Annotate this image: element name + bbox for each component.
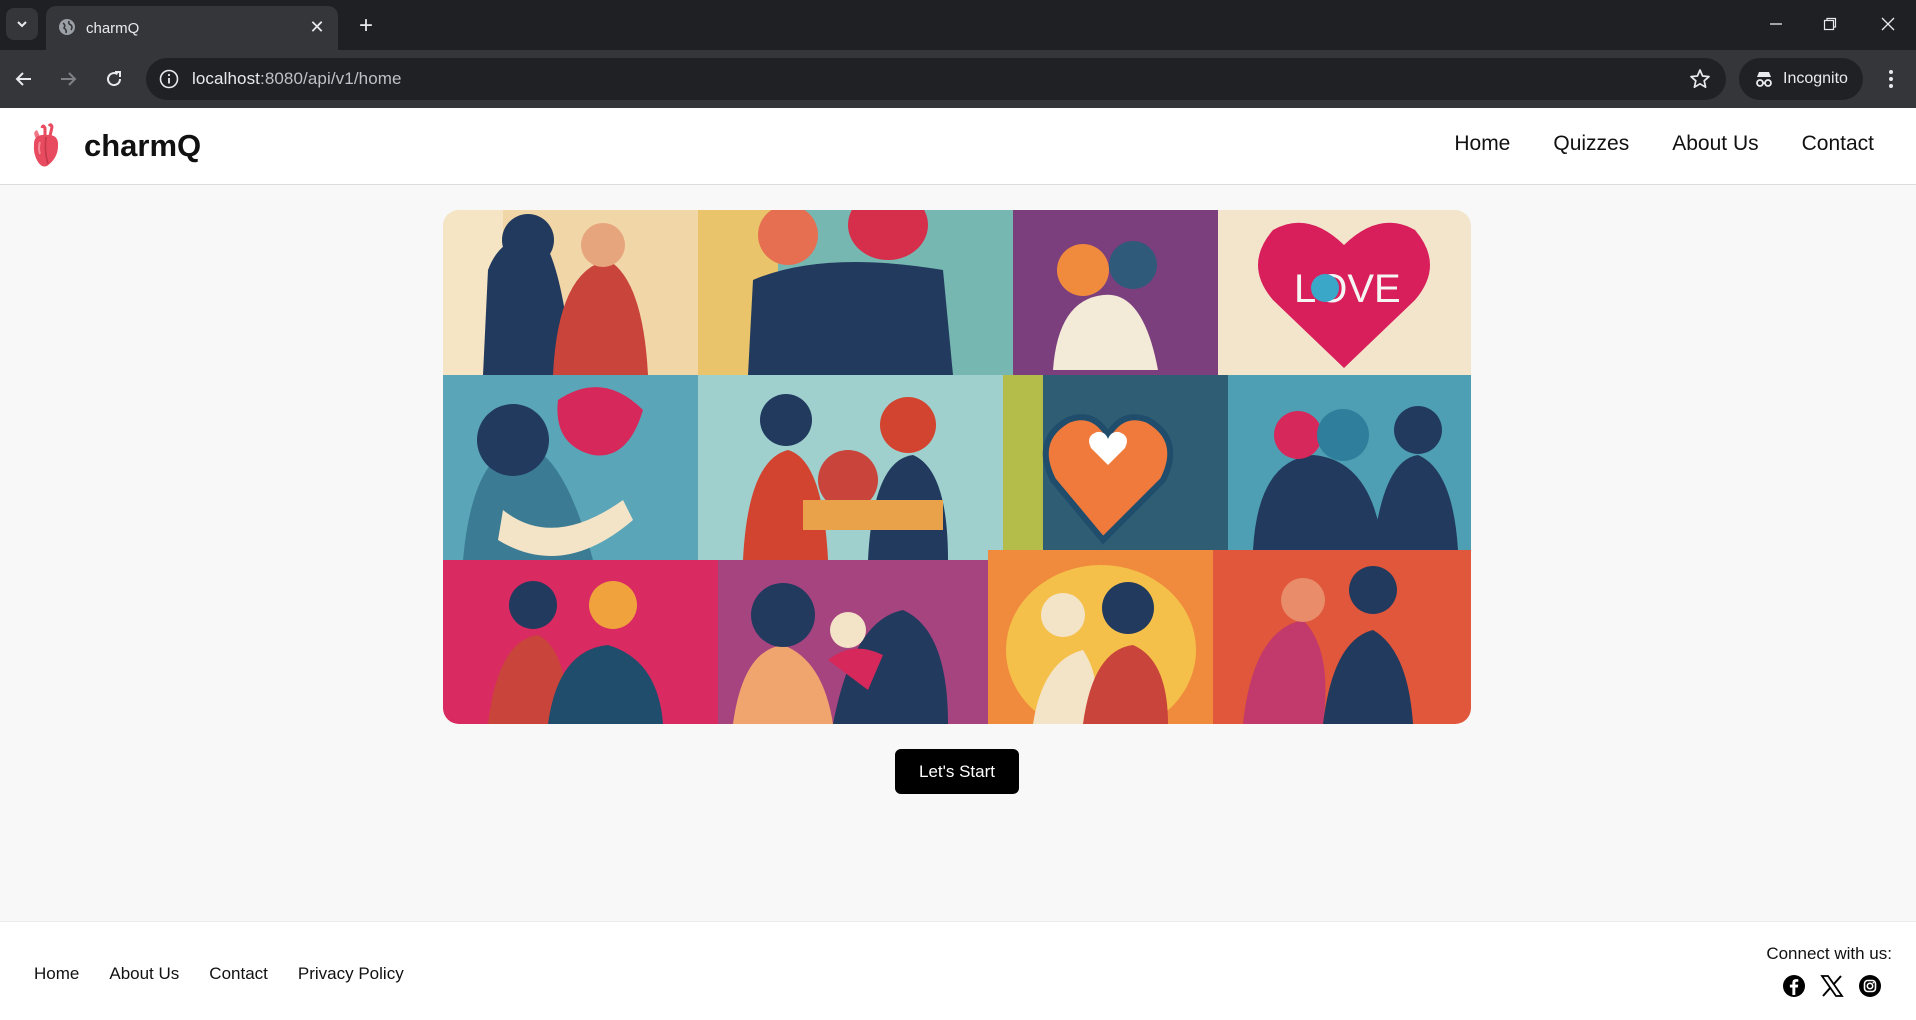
new-tab-button[interactable]: + [352, 12, 380, 40]
url-path: :8080/api/v1/home [260, 69, 402, 88]
love-collage-illustration: LOVE [443, 210, 1471, 724]
social-links [1782, 974, 1882, 998]
restore-icon [1823, 17, 1837, 31]
footer-link-about-us[interactable]: About Us [109, 964, 179, 984]
browser-toolbar: localhost:8080/api/v1/home Incognito [0, 50, 1916, 108]
facebook-icon[interactable] [1782, 974, 1806, 998]
nav-quizzes[interactable]: Quizzes [1553, 132, 1629, 156]
site-info-icon[interactable] [158, 68, 180, 90]
minimize-button[interactable] [1756, 8, 1796, 40]
nav-home[interactable]: Home [1454, 132, 1510, 156]
bookmark-star-icon[interactable] [1688, 67, 1712, 91]
incognito-label: Incognito [1783, 70, 1848, 87]
footer-link-contact[interactable]: Contact [209, 964, 268, 984]
anatomical-heart-logo-icon[interactable] [28, 122, 64, 170]
more-vertical-icon [1889, 70, 1893, 88]
hero-love-collage-image: LOVE [443, 210, 1471, 724]
globe-icon [59, 19, 75, 35]
footer-link-home[interactable]: Home [34, 964, 79, 984]
brand-name[interactable]: charmQ [84, 128, 201, 164]
close-window-button[interactable] [1868, 8, 1908, 40]
url-text: localhost:8080/api/v1/home [192, 69, 402, 89]
address-bar[interactable]: localhost:8080/api/v1/home [146, 58, 1726, 100]
incognito-badge[interactable]: Incognito [1739, 58, 1863, 100]
forward-button[interactable] [52, 63, 84, 95]
nav-contact[interactable]: Contact [1802, 132, 1874, 156]
browser-tab-bar: charmQ ✕ + [0, 0, 1916, 50]
reload-button[interactable] [98, 63, 130, 95]
back-button[interactable] [8, 63, 40, 95]
restore-button[interactable] [1810, 8, 1850, 40]
arrow-left-icon [15, 72, 31, 86]
minimize-icon [1770, 23, 1782, 25]
incognito-icon [1756, 72, 1772, 87]
connect-label: Connect with us: [1766, 944, 1892, 963]
nav-about-us[interactable]: About Us [1672, 132, 1758, 156]
web-page: charmQ Home Quizzes About Us Contact LOV… [0, 108, 1916, 1020]
chevron-down-icon [17, 21, 27, 28]
reload-icon [107, 71, 122, 87]
lets-start-button[interactable]: Let's Start [895, 749, 1019, 794]
tab-search-button[interactable] [6, 8, 38, 40]
tab-title: charmQ [86, 20, 140, 37]
browser-menu-button[interactable] [1876, 63, 1906, 95]
footer-link-privacy-policy[interactable]: Privacy Policy [298, 964, 404, 984]
close-tab-icon[interactable]: ✕ [306, 16, 328, 38]
instagram-icon[interactable] [1858, 974, 1882, 998]
close-icon [1881, 17, 1895, 31]
browser-tab[interactable]: charmQ ✕ [46, 6, 338, 50]
site-header: charmQ Home Quizzes About Us Contact [0, 108, 1916, 185]
url-host: localhost [192, 69, 260, 88]
footer-links: Home About Us Contact Privacy Policy [34, 964, 434, 984]
x-icon[interactable] [1820, 974, 1844, 998]
arrow-right-icon [61, 72, 77, 86]
main-nav: Home Quizzes About Us Contact [1411, 132, 1874, 156]
hero-love-text: LOVE [1294, 267, 1401, 311]
site-footer: Home About Us Contact Privacy Policy Con… [0, 921, 1916, 1020]
